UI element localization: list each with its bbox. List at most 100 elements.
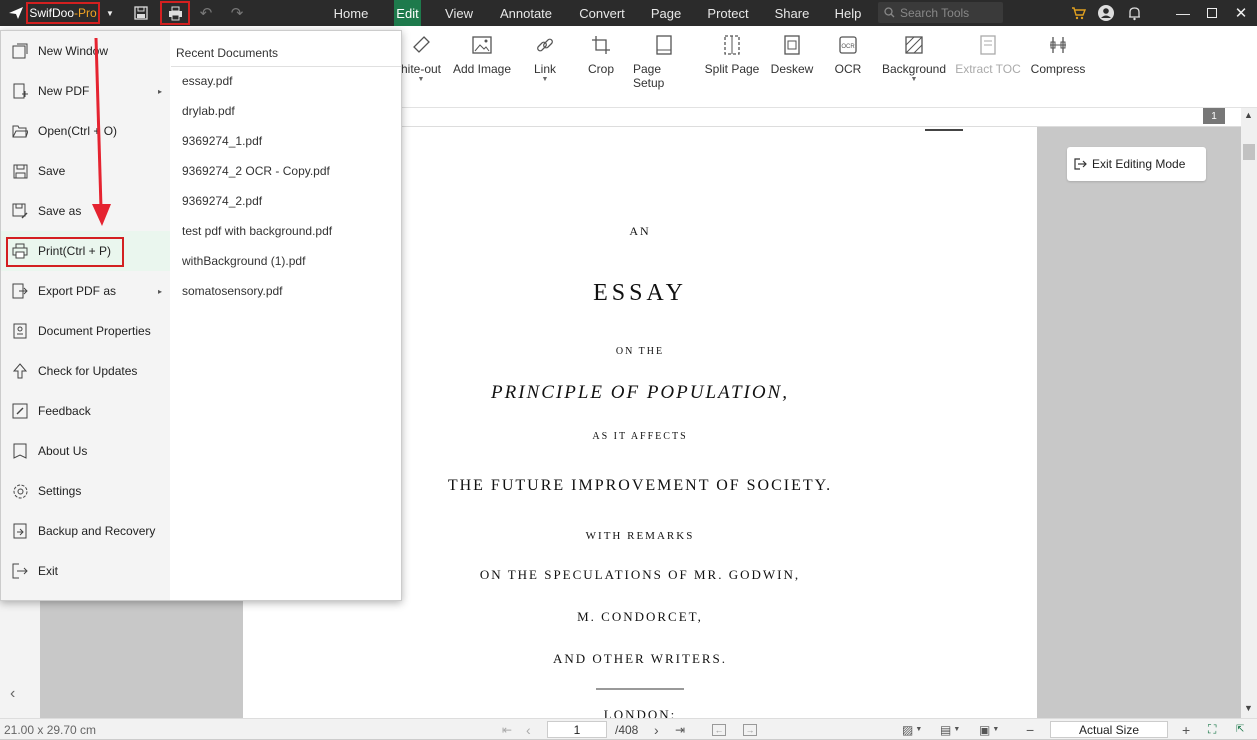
page-setup-label: Page Setup xyxy=(633,62,665,90)
menu-document-properties[interactable]: Document Properties xyxy=(1,311,170,351)
expand-icon[interactable]: ⇱ xyxy=(1236,719,1244,740)
menu-new-pdf[interactable]: New PDF ▸ xyxy=(1,71,170,111)
menu-new-window[interactable]: New Window xyxy=(1,31,170,71)
tab-page[interactable]: Page xyxy=(646,0,686,26)
whiteout-button[interactable]: hite-out ▼ xyxy=(398,34,444,83)
scroll-down-icon[interactable]: ▼ xyxy=(1244,703,1253,713)
menu-export-pdf[interactable]: Export PDF as ▸ xyxy=(1,271,170,311)
menu-feedback[interactable]: Feedback xyxy=(1,391,170,431)
menu-about-us[interactable]: About Us xyxy=(1,431,170,471)
prev-view-icon[interactable]: ← xyxy=(712,719,726,740)
background-button[interactable]: Background ▼ xyxy=(878,34,950,83)
link-button[interactable]: Link ▼ xyxy=(527,34,563,83)
tab-view[interactable]: View xyxy=(439,0,479,26)
recent-doc-item[interactable]: test pdf with background.pdf xyxy=(182,224,332,238)
search-tools-input[interactable]: Search Tools xyxy=(878,2,1003,23)
undo-icon[interactable]: ↶ xyxy=(195,0,217,26)
compress-button[interactable]: Compress xyxy=(1030,34,1086,76)
scroll-up-icon[interactable]: ▲ xyxy=(1244,110,1253,120)
doc-line-writers: AND OTHER WRITERS. xyxy=(552,651,728,666)
extract-toc-button[interactable]: Extract TOC xyxy=(955,34,1021,76)
tab-home[interactable]: Home xyxy=(327,0,375,26)
page-setup-button[interactable]: Page Setup xyxy=(633,34,695,90)
add-image-label: Add Image xyxy=(452,62,512,76)
exit-editing-mode-button[interactable]: Exit Editing Mode xyxy=(1067,147,1206,181)
menu-export-label: Export PDF as xyxy=(38,284,117,298)
file-menu-list: New Window New PDF ▸ Open(Ctrl + O) Save… xyxy=(1,31,170,600)
tab-convert[interactable]: Convert xyxy=(574,0,630,26)
user-avatar-icon[interactable] xyxy=(1096,0,1116,26)
split-page-button[interactable]: Split Page xyxy=(704,34,760,76)
menu-backup-recovery[interactable]: Backup and Recovery xyxy=(1,511,170,551)
menu-save-label: Save xyxy=(38,164,66,178)
submenu-arrow-icon: ▸ xyxy=(157,86,162,96)
ocr-label: OCR xyxy=(834,62,862,76)
notification-bell-icon[interactable] xyxy=(1124,0,1144,26)
tab-annotate[interactable]: Annotate xyxy=(496,0,556,26)
page-number-input[interactable]: 1 xyxy=(547,721,607,738)
menu-print[interactable]: Print(Ctrl + P) xyxy=(1,231,170,271)
zoom-in-icon[interactable]: + xyxy=(1182,719,1190,740)
recent-doc-item[interactable]: withBackground (1).pdf xyxy=(182,254,305,268)
prev-page-icon[interactable]: ‹ xyxy=(526,719,531,740)
fit-page-icon[interactable]: ▣ ▼ xyxy=(979,719,999,740)
deskew-label: Deskew xyxy=(770,62,814,76)
minimize-icon[interactable]: — xyxy=(1172,0,1194,26)
deskew-button[interactable]: Deskew xyxy=(770,34,814,76)
extract-toc-label: Extract TOC xyxy=(955,62,1021,76)
app-menu-button[interactable]: SwifDoo -Pro xyxy=(26,2,100,24)
save-as-icon xyxy=(11,202,29,220)
menu-backup-recovery-label: Backup and Recovery xyxy=(38,524,156,538)
maximize-icon[interactable] xyxy=(1201,0,1223,26)
compress-icon xyxy=(1047,34,1069,56)
recent-doc-item[interactable]: drylab.pdf xyxy=(182,104,235,118)
menu-open[interactable]: Open(Ctrl + O) xyxy=(1,111,170,151)
page-layout-icon[interactable]: ▤ ▼ xyxy=(940,719,960,740)
feedback-icon xyxy=(11,402,29,420)
brand-suffix: -Pro xyxy=(74,6,97,20)
next-view-icon[interactable]: → xyxy=(743,719,757,740)
scroll-thumb[interactable] xyxy=(1243,144,1255,160)
ocr-button[interactable]: OCR OCR xyxy=(830,34,866,76)
app-menu-dropdown-icon[interactable]: ▼ xyxy=(102,0,118,26)
menu-settings[interactable]: Settings xyxy=(1,471,170,511)
add-image-button[interactable]: Add Image xyxy=(451,34,513,76)
crop-icon xyxy=(590,34,612,56)
cart-icon[interactable] xyxy=(1068,0,1088,26)
collapse-panel-icon[interactable]: ‹ xyxy=(10,685,15,703)
folder-open-icon xyxy=(11,122,29,140)
recent-doc-item[interactable]: 9369274_2.pdf xyxy=(182,194,262,208)
crop-button[interactable]: Crop xyxy=(582,34,620,76)
menu-save[interactable]: Save xyxy=(1,151,170,191)
first-page-icon[interactable]: ⇤ xyxy=(502,719,512,740)
tab-share[interactable]: Share xyxy=(770,0,814,26)
menu-settings-label: Settings xyxy=(38,484,82,498)
zoom-select[interactable]: Actual Size xyxy=(1050,721,1168,738)
next-page-icon[interactable]: › xyxy=(654,719,659,740)
background-dropdown-icon: ▼ xyxy=(910,76,918,83)
zoom-out-icon[interactable]: − xyxy=(1026,719,1034,740)
close-icon[interactable]: ✕ xyxy=(1230,0,1252,26)
menu-exit[interactable]: Exit xyxy=(1,551,170,591)
redo-icon[interactable]: ↷ xyxy=(226,0,248,26)
vertical-scrollbar[interactable]: ▲ ▼ xyxy=(1241,108,1257,718)
print-icon[interactable] xyxy=(160,1,190,25)
recent-doc-item[interactable]: somatosensory.pdf xyxy=(182,284,283,298)
exit-editing-label: Exit Editing Mode xyxy=(1092,157,1186,171)
background-icon xyxy=(903,34,925,56)
fullscreen-icon[interactable]: ⛶ xyxy=(1208,719,1216,740)
tab-help[interactable]: Help xyxy=(830,0,866,26)
background-view-icon[interactable]: ▨ ▼ xyxy=(902,719,922,740)
save-icon[interactable] xyxy=(130,0,152,26)
menu-save-as[interactable]: Save as xyxy=(1,191,170,231)
recent-doc-item[interactable]: 9369274_1.pdf xyxy=(182,134,262,148)
title-bar: SwifDoo -Pro ▼ ↶ ↷ Home Edit View Annotat… xyxy=(0,0,1257,26)
menu-check-updates[interactable]: Check for Updates xyxy=(1,351,170,391)
recent-doc-item[interactable]: essay.pdf xyxy=(182,74,232,88)
recent-doc-item[interactable]: 9369274_2 OCR - Copy.pdf xyxy=(182,164,330,178)
tab-protect[interactable]: Protect xyxy=(702,0,754,26)
extract-toc-icon xyxy=(977,34,999,56)
split-page-label: Split Page xyxy=(704,62,760,76)
last-page-icon[interactable]: ⇥ xyxy=(675,719,685,740)
tab-edit[interactable]: Edit xyxy=(394,0,421,26)
